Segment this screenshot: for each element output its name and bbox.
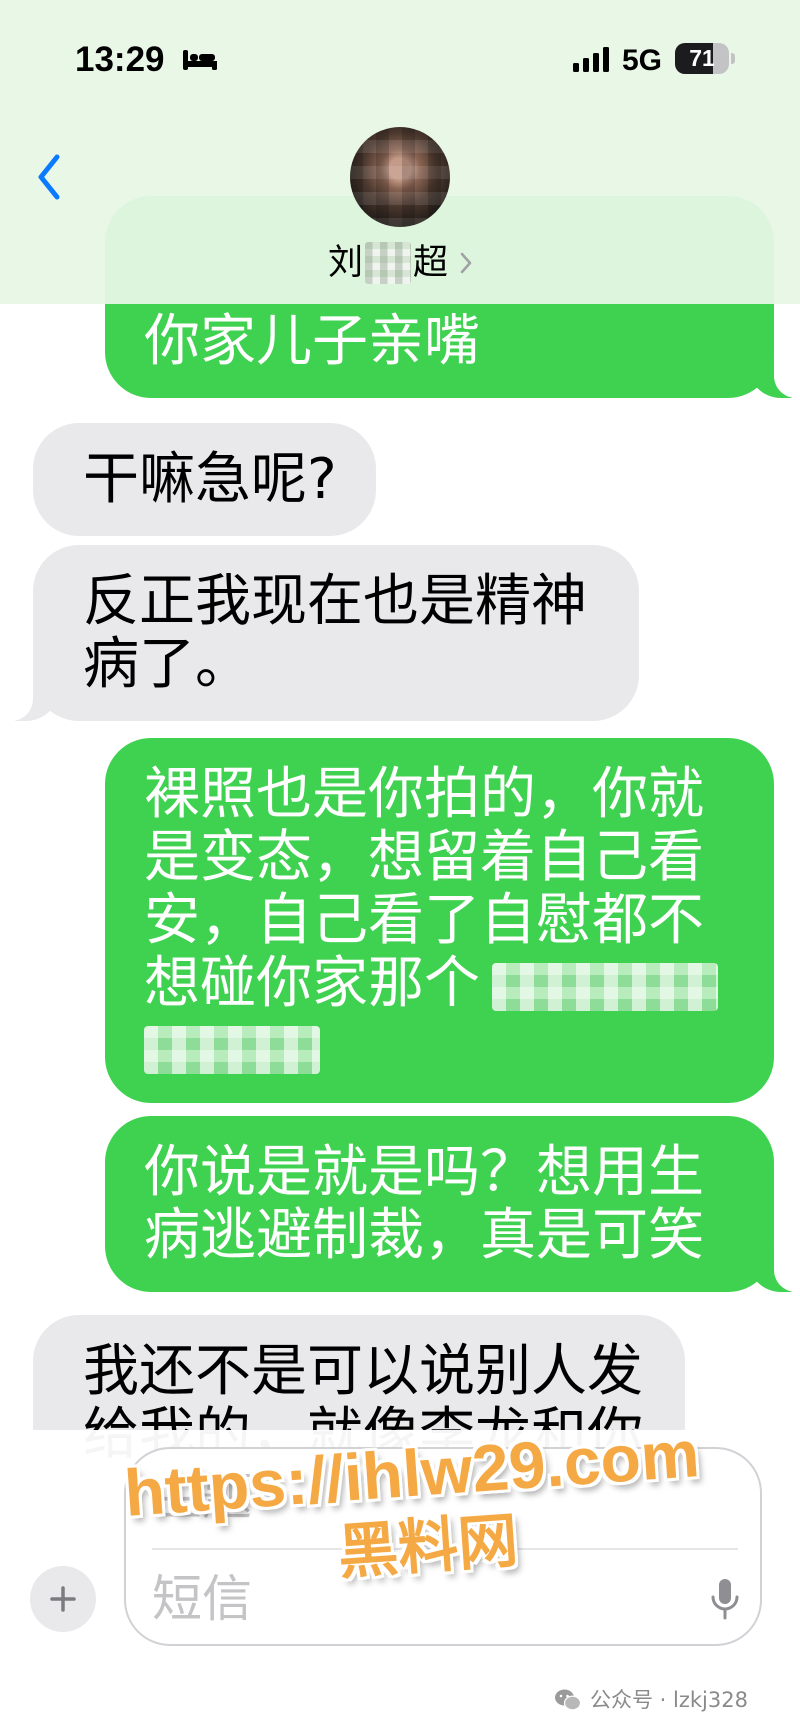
message-text-line: 裸照也是你拍的，你就 xyxy=(144,762,704,827)
message-bubble-received[interactable]: 干嘛急呢? xyxy=(33,423,376,536)
message-text-line: 是变态，想留着自己看 xyxy=(144,825,704,890)
contact-avatar[interactable] xyxy=(350,127,450,227)
contact-name-first: 刘 xyxy=(327,243,363,283)
message-text-line: 病了。 xyxy=(83,632,251,697)
add-attachment-button[interactable] xyxy=(30,1566,96,1632)
wechat-attribution: 公众号 · lzkj328 xyxy=(554,1686,748,1714)
message-bubble-sent[interactable]: 你说是就是吗？想用生 病逃避制裁，真是可笑 xyxy=(105,1116,796,1292)
message-text-line: 安，自己看了自慰都不 xyxy=(144,888,704,953)
microphone-icon[interactable] xyxy=(710,1577,740,1623)
back-chevron-icon[interactable] xyxy=(34,152,64,202)
message-text-line: 病逃避制裁，真是可笑 xyxy=(144,1203,704,1268)
message-text-line-blurred xyxy=(144,1015,724,1078)
watermark-site-name: 黑料网 xyxy=(335,1505,521,1589)
conversation-header: 13:29 5G 71 刘 超 xyxy=(0,0,800,304)
chevron-right-icon xyxy=(460,252,472,274)
signal-icon xyxy=(573,47,609,72)
bed-icon xyxy=(183,50,217,70)
message-bubble-sent[interactable]: 裸照也是你拍的，你就 是变态，想留着自己看 安，自己看了自慰都不 想碰你家那个 xyxy=(105,738,774,1103)
message-text-line: 你说是就是吗？想用生 xyxy=(144,1140,704,1205)
message-text-line: 反正我现在也是精神 xyxy=(83,569,587,634)
message-text-line-with-blur: 想碰你家那个 xyxy=(144,952,724,1015)
network-type: 5G xyxy=(622,44,663,77)
battery-percent: 71 xyxy=(689,45,715,71)
attribution-label: 公众号 · lzkj328 xyxy=(590,1688,748,1712)
blurred-text xyxy=(492,962,718,1011)
message-text-fragment: 想碰你家那个 xyxy=(144,951,480,1016)
message-field[interactable]: 短信 xyxy=(152,1569,252,1629)
battery-icon: 71 xyxy=(675,43,729,74)
status-time: 13:29 xyxy=(75,40,165,79)
plus-icon xyxy=(50,1586,76,1612)
message-text-line: 干嘛急呢? xyxy=(83,447,337,512)
wechat-icon xyxy=(555,1689,582,1711)
message-bubble-received[interactable]: 反正我现在也是精神 病了。 xyxy=(11,545,639,721)
message-text-line: 你家儿子亲嘴 xyxy=(144,309,480,374)
message-text-line: 我还不是可以说别人发 xyxy=(83,1339,643,1404)
blurred-text xyxy=(144,1025,320,1074)
contact-name-last: 超 xyxy=(413,243,449,283)
blurred-name-character xyxy=(365,242,411,284)
battery-nub xyxy=(731,53,735,64)
contact-name[interactable]: 刘 超 xyxy=(0,240,800,286)
